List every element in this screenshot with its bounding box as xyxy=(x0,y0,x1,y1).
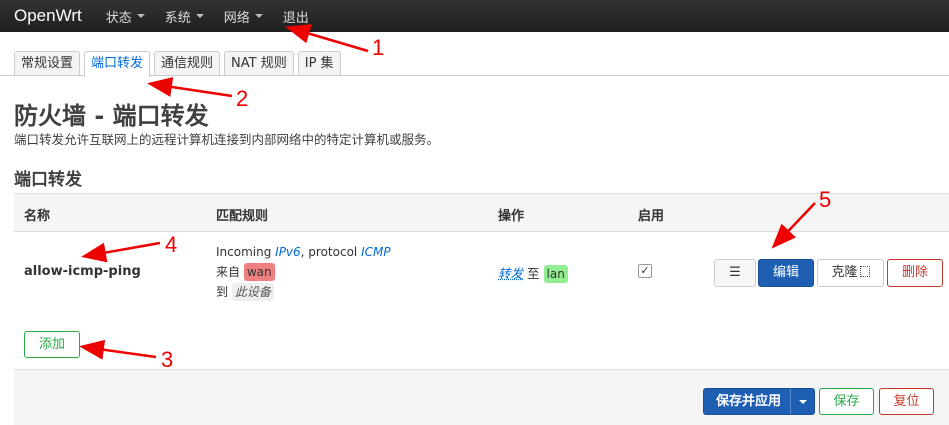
action-verb: 转发 xyxy=(498,266,524,281)
header-name: 名称 xyxy=(24,209,51,224)
delete-button[interactable]: 删除 xyxy=(887,259,943,287)
tab-general[interactable]: 常规设置 xyxy=(14,51,81,75)
annotation-number-4: 4 xyxy=(165,232,178,257)
save-button[interactable]: 保存 xyxy=(819,388,874,415)
tab-nat-rules[interactable]: NAT 规则 xyxy=(224,51,294,75)
edit-button[interactable]: 编辑 xyxy=(758,259,814,287)
top-navbar: OpenWrt 状态 系统 网络 退出 xyxy=(0,0,949,32)
protocol-link: ICMP xyxy=(361,245,391,259)
tab-traffic-rules[interactable]: 通信规则 xyxy=(154,51,221,75)
header-match: 匹配规则 xyxy=(216,209,269,224)
family-link: IPv6 xyxy=(275,245,301,259)
annotation-arrow-3 xyxy=(79,339,157,360)
annotation-number-3: 3 xyxy=(161,347,174,372)
nav-logout[interactable]: 退出 xyxy=(283,7,309,26)
save-apply-button[interactable]: 保存并应用 xyxy=(703,388,815,415)
rule-action: 转发 至 lan xyxy=(498,263,568,283)
annotation-number-5: 5 xyxy=(819,187,832,212)
clone-icon xyxy=(859,266,870,277)
split-divider xyxy=(790,389,791,414)
zone-badge-wan: wan xyxy=(243,263,275,281)
brand-logo[interactable]: OpenWrt xyxy=(14,6,82,26)
annotation-number-2: 2 xyxy=(236,86,249,111)
nav-system[interactable]: 系统 xyxy=(165,7,204,26)
reset-button[interactable]: 复位 xyxy=(879,388,934,415)
page-footer: 保存并应用 保存 复位 xyxy=(14,369,949,425)
enabled-checkbox[interactable]: ✓ xyxy=(638,264,652,278)
annotation-number-1: 1 xyxy=(372,35,385,60)
zone-badge-lan: lan xyxy=(543,265,568,283)
drag-menu-button[interactable]: ☰ xyxy=(714,259,756,287)
table-header: 名称 匹配规则 操作 启用 xyxy=(14,193,949,232)
nav-status[interactable]: 状态 xyxy=(106,7,145,26)
tab-ipsets[interactable]: IP 集 xyxy=(297,51,341,75)
clone-button[interactable]: 克隆 xyxy=(817,259,884,287)
rule-name: allow-icmp-ping xyxy=(24,264,141,279)
chevron-down-icon[interactable] xyxy=(799,400,807,404)
tab-bar: 常规设置 端口转发 通信规则 NAT 规则 IP 集 xyxy=(14,51,345,77)
caret-down-icon xyxy=(195,14,204,18)
caret-down-icon xyxy=(254,14,263,18)
header-enabled: 启用 xyxy=(638,209,665,224)
table-row: allow-icmp-ping Incoming IPv6, protocol … xyxy=(14,232,949,312)
nav-network[interactable]: 网络 xyxy=(224,7,263,26)
caret-down-icon xyxy=(136,14,145,18)
match-rule: Incoming IPv6, protocol ICMP 来自 wan 到 此设… xyxy=(216,245,391,301)
add-button[interactable]: 添加 xyxy=(24,331,80,358)
page-title: 防火墙 - 端口转发 xyxy=(14,102,209,130)
tab-port-forwards[interactable]: 端口转发 xyxy=(84,51,151,77)
annotation-arrow-2 xyxy=(147,77,233,98)
target-badge-device: 此设备 xyxy=(231,283,274,301)
page-description: 端口转发允许互联网上的远程计算机连接到内部网络中的特定计算机或服务。 xyxy=(14,132,440,147)
header-action: 操作 xyxy=(498,209,525,224)
section-title: 端口转发 xyxy=(14,170,82,190)
